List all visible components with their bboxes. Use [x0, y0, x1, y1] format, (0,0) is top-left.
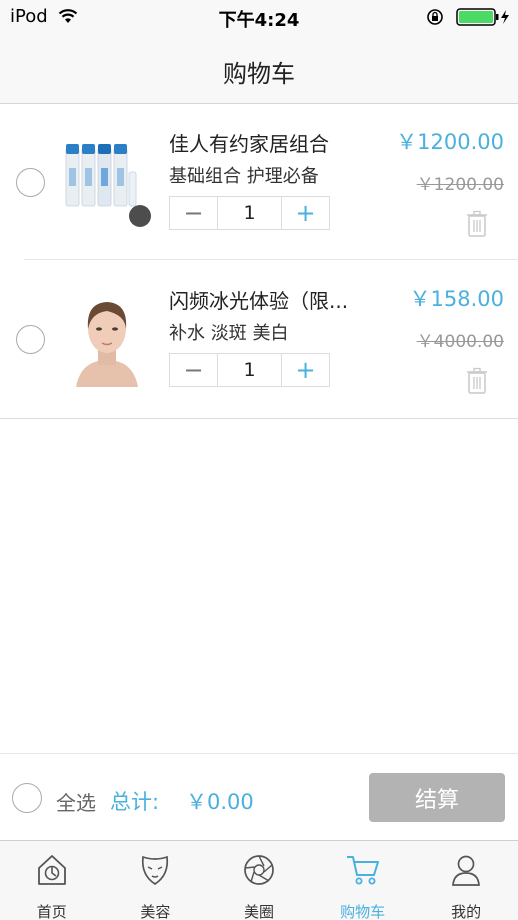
nav-bar: 购物车	[0, 34, 518, 104]
list-divider	[0, 418, 518, 419]
item-original-price: ￥1200.00	[416, 175, 504, 195]
item-select-checkbox[interactable]	[16, 168, 45, 197]
tab-cart[interactable]: 购物车	[311, 841, 415, 920]
item-original-price: ￥4000.00	[416, 332, 504, 352]
battery-icon	[456, 8, 509, 26]
orientation-lock-icon	[427, 9, 443, 25]
cart-item: 闪频冰光体验（限... 补水 淡斑 美白 − 1 + ￥158.00 ￥4000…	[0, 261, 518, 417]
item-divider	[24, 259, 518, 260]
item-tags: 补水 淡斑 美白	[169, 323, 289, 344]
select-all-label[interactable]: 全选	[56, 787, 96, 816]
quantity-stepper: − 1 +	[169, 353, 330, 387]
decrement-button[interactable]: −	[170, 354, 217, 386]
face-mask-icon	[142, 855, 169, 886]
cart-icon	[346, 856, 379, 885]
total-value: ￥0.00	[186, 790, 254, 814]
aperture-icon	[244, 855, 274, 885]
tab-label: 购物车	[340, 903, 386, 920]
home-icon	[37, 855, 66, 885]
product-image-skincare-set	[65, 144, 151, 227]
tab-label: 美圈	[243, 903, 274, 920]
item-name[interactable]: 闪频冰光体验（限...	[169, 285, 348, 314]
quantity-stepper: − 1 +	[169, 196, 330, 230]
tab-circle[interactable]: 美圈	[207, 841, 311, 920]
tab-label: 美容	[140, 903, 171, 920]
item-name[interactable]: 佳人有约家居组合	[169, 128, 329, 157]
tab-label: 我的	[451, 903, 482, 920]
tab-home[interactable]: 首页	[0, 841, 104, 920]
select-all-checkbox[interactable]	[12, 783, 42, 813]
quantity-value[interactable]: 1	[217, 197, 282, 229]
tab-label: 首页	[36, 903, 67, 920]
total-label: 总计:	[110, 790, 160, 814]
cart-item: 佳人有约家居组合 基础组合 护理必备 − 1 + ￥1200.00 ￥1200.…	[0, 104, 518, 260]
decrement-button[interactable]: −	[170, 197, 217, 229]
checkout-button[interactable]: 结算	[369, 773, 505, 822]
item-price: ￥1200.00	[396, 130, 504, 154]
tab-beauty[interactable]: 美容	[104, 841, 208, 920]
tab-bar: 首页 美容 美圈 购物车 我的	[0, 840, 518, 920]
summary-bar: 全选 总计: ￥0.00 结算	[0, 753, 518, 840]
item-price: ￥158.00	[409, 287, 504, 311]
page-title: 购物车	[223, 60, 295, 88]
item-tags: 基础组合 护理必备	[169, 166, 319, 187]
user-icon	[452, 855, 481, 886]
increment-button[interactable]: +	[282, 197, 329, 229]
trash-icon[interactable]	[466, 367, 488, 395]
status-bar: iPod 下午4:24	[0, 0, 518, 34]
product-image-portrait	[76, 302, 138, 387]
item-select-checkbox[interactable]	[16, 325, 45, 354]
increment-button[interactable]: +	[282, 354, 329, 386]
trash-icon[interactable]	[466, 210, 488, 238]
quantity-value[interactable]: 1	[217, 354, 282, 386]
tab-profile[interactable]: 我的	[414, 841, 518, 920]
